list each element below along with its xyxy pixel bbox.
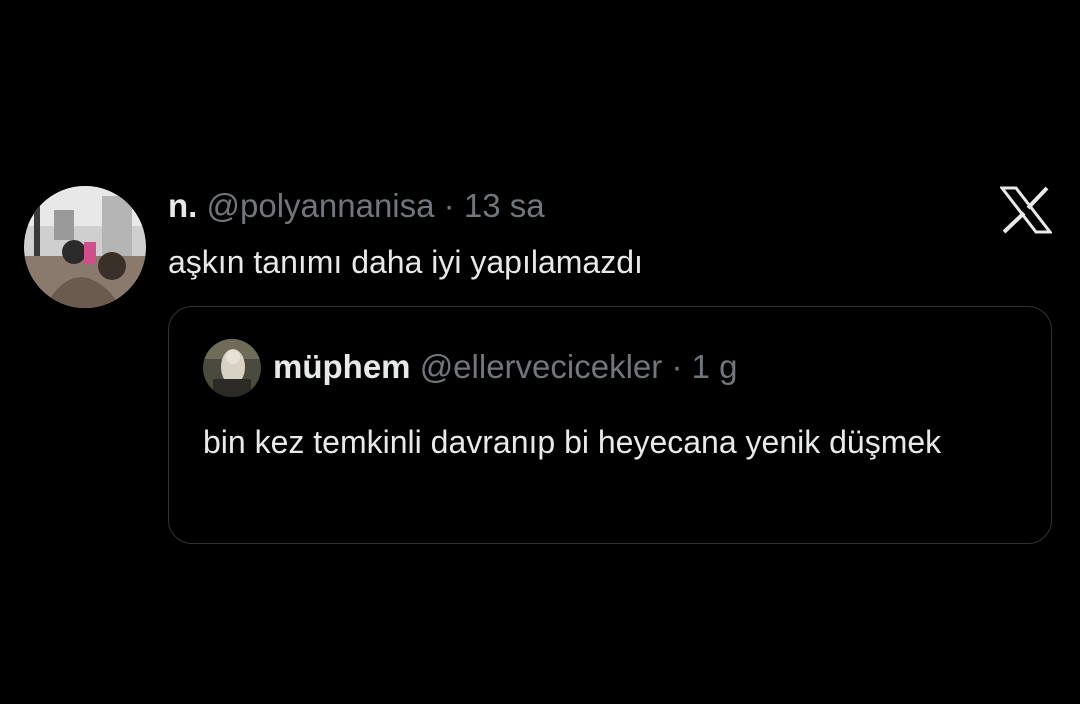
quoted-tweet[interactable]: müphem @ellervecicekler · 1 g bin kez te… xyxy=(168,306,1052,544)
quoted-author-name[interactable]: müphem xyxy=(273,348,411,385)
author-name[interactable]: n. xyxy=(168,187,197,224)
x-logo-icon xyxy=(998,186,1054,234)
quoted-author-handle[interactable]: @ellervecicekler xyxy=(420,348,663,385)
quoted-meta-separator: · xyxy=(671,348,683,385)
quoted-tweet-time[interactable]: 1 g xyxy=(692,348,738,385)
quoted-tweet-text: bin kez temkinli davranıp bi heyecana ye… xyxy=(203,424,942,460)
author-handle[interactable]: @polyannanisa xyxy=(207,187,435,224)
quoted-author-avatar[interactable] xyxy=(203,339,261,397)
tweet-time[interactable]: 13 sa xyxy=(464,187,545,224)
meta-separator: · xyxy=(443,187,455,224)
tweet-header: n. @polyannanisa · 13 sa xyxy=(168,186,545,226)
quoted-tweet-header: müphem @ellervecicekler · 1 g xyxy=(273,347,737,387)
author-avatar[interactable] xyxy=(24,186,146,308)
tweet-text: aşkın tanımı daha iyi yapılamazdı xyxy=(168,244,643,280)
